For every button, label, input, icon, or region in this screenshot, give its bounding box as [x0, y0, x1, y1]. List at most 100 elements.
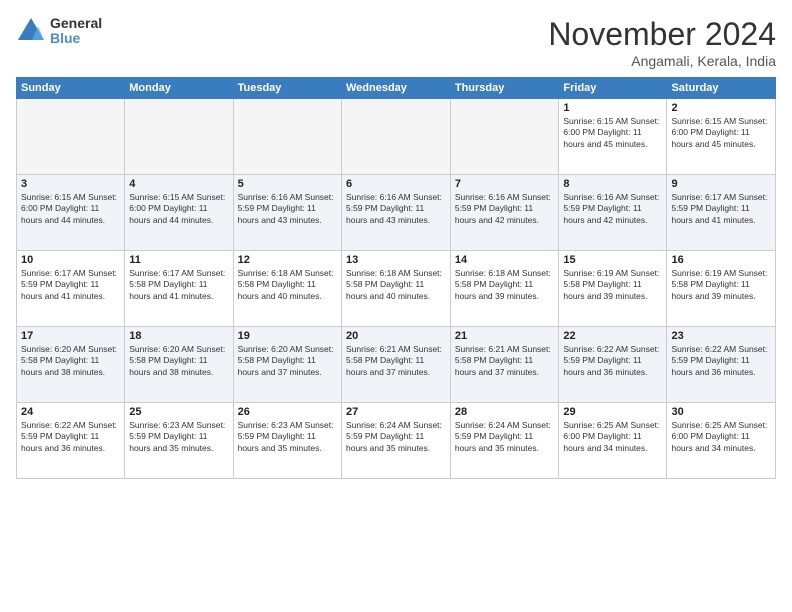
cell-info: Sunrise: 6:24 AM Sunset: 5:59 PM Dayligh… — [455, 420, 555, 454]
cell-info: Sunrise: 6:25 AM Sunset: 6:00 PM Dayligh… — [563, 420, 662, 454]
cell-info: Sunrise: 6:20 AM Sunset: 5:58 PM Dayligh… — [238, 344, 337, 378]
weekday-header-thursday: Thursday — [450, 78, 559, 99]
day-number: 6 — [346, 178, 446, 190]
calendar-cell: 21 Sunrise: 6:21 AM Sunset: 5:58 PM Dayli… — [450, 327, 559, 403]
calendar-cell: 14 Sunrise: 6:18 AM Sunset: 5:58 PM Dayli… — [450, 251, 559, 327]
weekday-header-monday: Monday — [125, 78, 233, 99]
day-number: 18 — [129, 330, 228, 342]
calendar-cell: 16 Sunrise: 6:19 AM Sunset: 5:58 PM Dayli… — [667, 251, 776, 327]
day-number: 8 — [563, 178, 662, 190]
day-number: 2 — [671, 102, 771, 114]
cell-info: Sunrise: 6:16 AM Sunset: 5:59 PM Dayligh… — [346, 192, 446, 226]
day-number: 25 — [129, 406, 228, 418]
day-number: 20 — [346, 330, 446, 342]
calendar-cell: 2 Sunrise: 6:15 AM Sunset: 6:00 PM Daylig… — [667, 99, 776, 175]
calendar-cell: 28 Sunrise: 6:24 AM Sunset: 5:59 PM Dayli… — [450, 403, 559, 479]
weekday-header-tuesday: Tuesday — [233, 78, 341, 99]
calendar-cell: 9 Sunrise: 6:17 AM Sunset: 5:59 PM Daylig… — [667, 175, 776, 251]
cell-info: Sunrise: 6:16 AM Sunset: 5:59 PM Dayligh… — [455, 192, 555, 226]
calendar-cell: 17 Sunrise: 6:20 AM Sunset: 5:58 PM Dayli… — [17, 327, 125, 403]
calendar-cell: 23 Sunrise: 6:22 AM Sunset: 5:59 PM Dayli… — [667, 327, 776, 403]
day-number: 12 — [238, 254, 337, 266]
calendar-cell: 10 Sunrise: 6:17 AM Sunset: 5:59 PM Dayli… — [17, 251, 125, 327]
day-number: 7 — [455, 178, 555, 190]
calendar-cell: 6 Sunrise: 6:16 AM Sunset: 5:59 PM Daylig… — [341, 175, 450, 251]
weekday-row: SundayMondayTuesdayWednesdayThursdayFrid… — [17, 78, 776, 99]
logo-text: General Blue — [50, 16, 102, 47]
cell-info: Sunrise: 6:18 AM Sunset: 5:58 PM Dayligh… — [455, 268, 555, 302]
calendar-cell: 13Sunrise: 6:18 AM Sunset: 5:58 PM Dayli… — [341, 251, 450, 327]
cell-info: Sunrise: 6:15 AM Sunset: 6:00 PM Dayligh… — [671, 116, 771, 150]
cell-info: Sunrise: 6:17 AM Sunset: 5:59 PM Dayligh… — [21, 268, 120, 302]
calendar-cell — [233, 99, 341, 175]
cell-info: Sunrise: 6:18 AM Sunset: 5:58 PM Dayligh… — [238, 268, 337, 302]
day-number: 11 — [129, 254, 228, 266]
cell-info: Sunrise: 6:17 AM Sunset: 5:59 PM Dayligh… — [671, 192, 771, 226]
calendar-week-3: 10 Sunrise: 6:17 AM Sunset: 5:59 PM Dayli… — [17, 251, 776, 327]
month-title: November 2024 — [548, 16, 776, 53]
cell-info: Sunrise: 6:15 AM Sunset: 6:00 PM Dayligh… — [129, 192, 228, 226]
cell-info: Sunrise: 6:22 AM Sunset: 5:59 PM Dayligh… — [563, 344, 662, 378]
calendar-week-4: 17 Sunrise: 6:20 AM Sunset: 5:58 PM Dayli… — [17, 327, 776, 403]
page: General Blue November 2024 Angamali, Ker… — [0, 0, 792, 612]
calendar-cell: 11 Sunrise: 6:17 AM Sunset: 5:58 PM Dayli… — [125, 251, 233, 327]
logo-icon — [16, 16, 46, 46]
day-number: 5 — [238, 178, 337, 190]
day-number: 10 — [21, 254, 120, 266]
cell-info: Sunrise: 6:21 AM Sunset: 5:58 PM Dayligh… — [455, 344, 555, 378]
day-number: 23 — [671, 330, 771, 342]
calendar-cell: 24Sunrise: 6:22 AM Sunset: 5:59 PM Dayli… — [17, 403, 125, 479]
day-number: 4 — [129, 178, 228, 190]
day-number: 19 — [238, 330, 337, 342]
day-number: 16 — [671, 254, 771, 266]
cell-info: Sunrise: 6:22 AM Sunset: 5:59 PM Dayligh… — [671, 344, 771, 378]
day-number: 3 — [21, 178, 120, 190]
weekday-header-friday: Friday — [559, 78, 667, 99]
calendar-body: 1Sunrise: 6:15 AM Sunset: 6:00 PM Daylig… — [17, 99, 776, 479]
cell-info: Sunrise: 6:25 AM Sunset: 6:00 PM Dayligh… — [671, 420, 771, 454]
calendar-cell: 19 Sunrise: 6:20 AM Sunset: 5:58 PM Dayli… — [233, 327, 341, 403]
day-number: 28 — [455, 406, 555, 418]
cell-info: Sunrise: 6:19 AM Sunset: 5:58 PM Dayligh… — [563, 268, 662, 302]
day-number: 17 — [21, 330, 120, 342]
logo-line1: General — [50, 16, 102, 31]
calendar-cell — [450, 99, 559, 175]
header: General Blue November 2024 Angamali, Ker… — [16, 16, 776, 69]
calendar-cell: 29 Sunrise: 6:25 AM Sunset: 6:00 PM Dayli… — [559, 403, 667, 479]
cell-info: Sunrise: 6:20 AM Sunset: 5:58 PM Dayligh… — [21, 344, 120, 378]
cell-info: Sunrise: 6:15 AM Sunset: 6:00 PM Dayligh… — [21, 192, 120, 226]
calendar-cell — [341, 99, 450, 175]
day-number: 15 — [563, 254, 662, 266]
cell-info: Sunrise: 6:21 AM Sunset: 5:58 PM Dayligh… — [346, 344, 446, 378]
day-number: 9 — [671, 178, 771, 190]
day-number: 24 — [21, 406, 120, 418]
calendar-cell: 30 Sunrise: 6:25 AM Sunset: 6:00 PM Dayli… — [667, 403, 776, 479]
calendar-cell: 8 Sunrise: 6:16 AM Sunset: 5:59 PM Daylig… — [559, 175, 667, 251]
cell-info: Sunrise: 6:23 AM Sunset: 5:59 PM Dayligh… — [129, 420, 228, 454]
calendar-cell: 26Sunrise: 6:23 AM Sunset: 5:59 PM Dayli… — [233, 403, 341, 479]
logo-line2: Blue — [50, 31, 102, 46]
calendar-cell: 22 Sunrise: 6:22 AM Sunset: 5:59 PM Dayli… — [559, 327, 667, 403]
day-number: 21 — [455, 330, 555, 342]
cell-info: Sunrise: 6:16 AM Sunset: 5:59 PM Dayligh… — [238, 192, 337, 226]
calendar-cell — [125, 99, 233, 175]
calendar-cell: 25 Sunrise: 6:23 AM Sunset: 5:59 PM Dayli… — [125, 403, 233, 479]
calendar-cell: 7 Sunrise: 6:16 AM Sunset: 5:59 PM Daylig… — [450, 175, 559, 251]
day-number: 13 — [346, 254, 446, 266]
day-number: 30 — [671, 406, 771, 418]
day-number: 14 — [455, 254, 555, 266]
day-number: 29 — [563, 406, 662, 418]
cell-info: Sunrise: 6:17 AM Sunset: 5:58 PM Dayligh… — [129, 268, 228, 302]
cell-info: Sunrise: 6:16 AM Sunset: 5:59 PM Dayligh… — [563, 192, 662, 226]
cell-info: Sunrise: 6:19 AM Sunset: 5:58 PM Dayligh… — [671, 268, 771, 302]
calendar-week-5: 24Sunrise: 6:22 AM Sunset: 5:59 PM Dayli… — [17, 403, 776, 479]
weekday-header-wednesday: Wednesday — [341, 78, 450, 99]
calendar-header: SundayMondayTuesdayWednesdayThursdayFrid… — [17, 78, 776, 99]
logo: General Blue — [16, 16, 102, 47]
title-block: November 2024 Angamali, Kerala, India — [548, 16, 776, 69]
cell-info: Sunrise: 6:24 AM Sunset: 5:59 PM Dayligh… — [346, 420, 446, 454]
calendar-cell: 18 Sunrise: 6:20 AM Sunset: 5:58 PM Dayli… — [125, 327, 233, 403]
day-number: 22 — [563, 330, 662, 342]
cell-info: Sunrise: 6:20 AM Sunset: 5:58 PM Dayligh… — [129, 344, 228, 378]
calendar-cell: 15 Sunrise: 6:19 AM Sunset: 5:58 PM Dayli… — [559, 251, 667, 327]
